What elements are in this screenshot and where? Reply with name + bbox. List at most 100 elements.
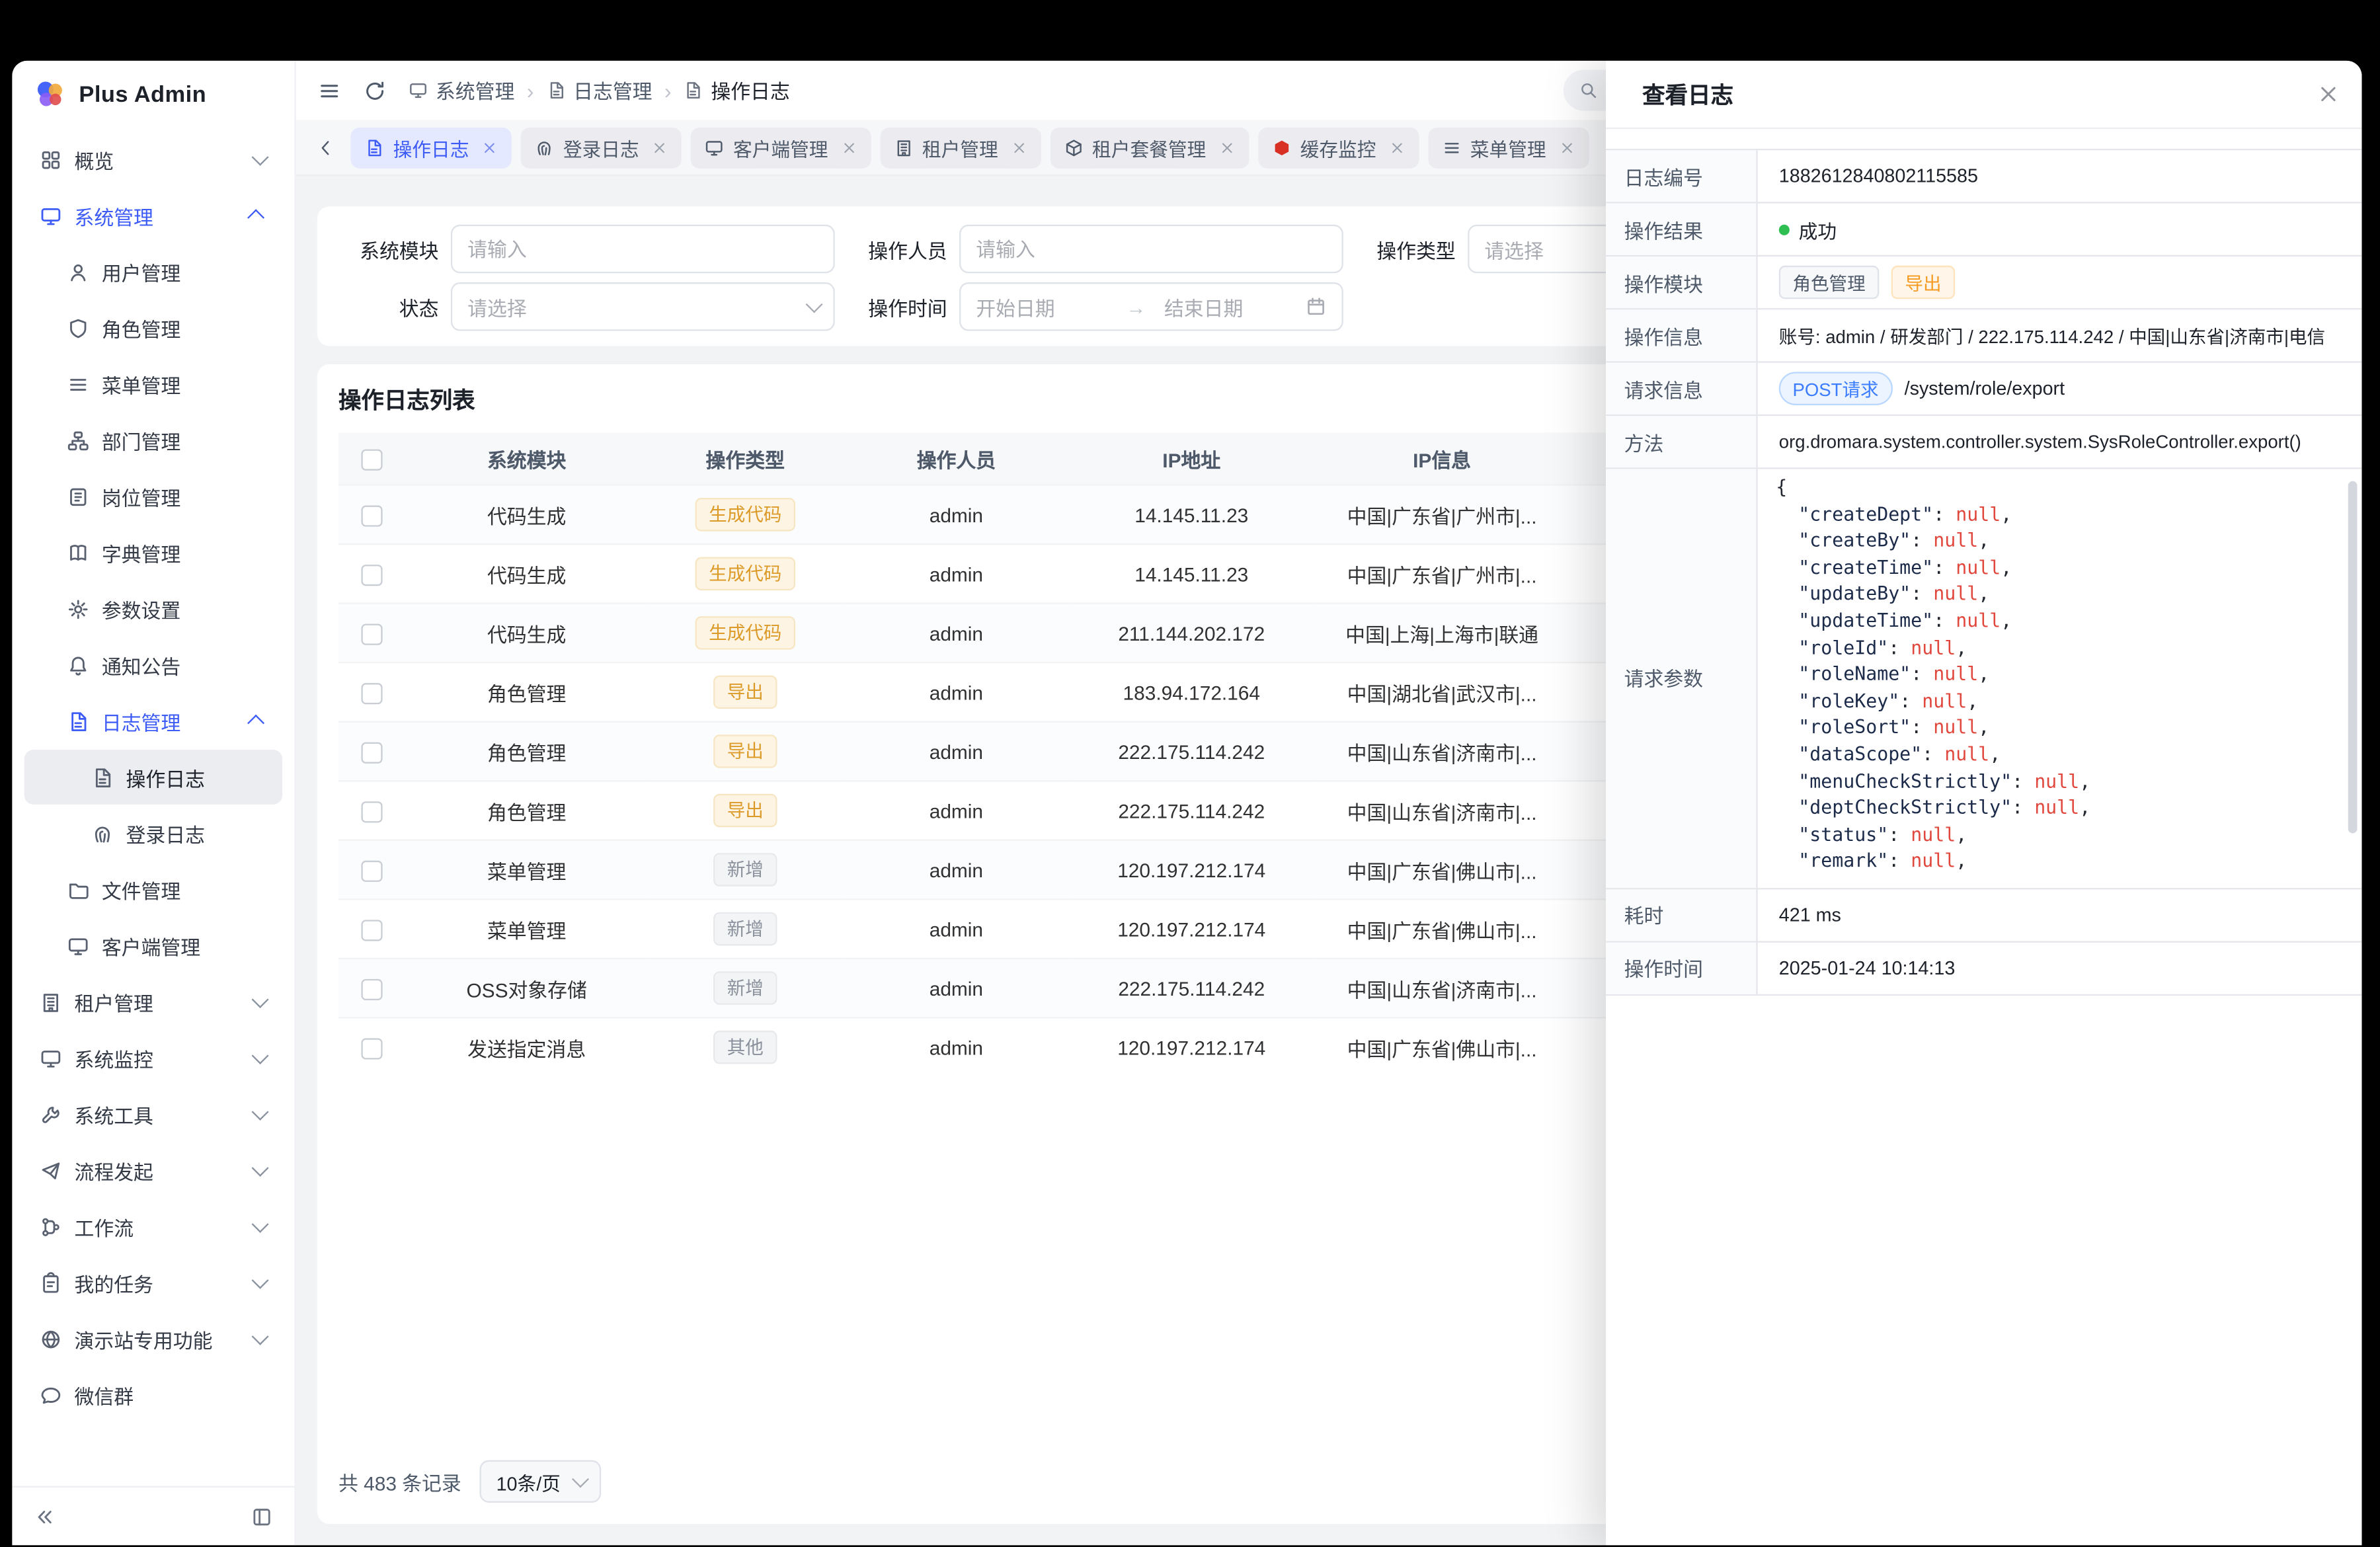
row-checkbox[interactable]: [361, 801, 382, 822]
tab-cache-monitor[interactable]: 缓存监控: [1257, 127, 1418, 168]
field-value: POST请求 /system/role/export: [1758, 363, 2362, 415]
row-checkbox[interactable]: [361, 920, 382, 941]
select-placeholder: 请选择: [467, 292, 797, 321]
sidebar-item-system-tools[interactable]: 系统工具: [24, 1087, 282, 1142]
checkbox-cell: [338, 544, 405, 604]
row-checkbox[interactable]: [361, 978, 382, 1000]
cell-ip-info: 中国|广东省|佛山市|...: [1313, 899, 1571, 959]
row-checkbox[interactable]: [361, 565, 382, 586]
breadcrumb-item[interactable]: 系统管理: [409, 76, 515, 105]
sidebar-item-file-management[interactable]: 文件管理: [24, 862, 282, 917]
tab-login-log[interactable]: 登录日志: [521, 127, 682, 168]
sidebar-item-label: 概览: [74, 145, 239, 174]
tab-client-management[interactable]: 客户端管理: [691, 127, 871, 168]
breadcrumb-item[interactable]: 日志管理: [546, 76, 653, 105]
sidebar-item-overview[interactable]: 概览: [24, 132, 282, 187]
chevron-down-icon: [252, 1160, 269, 1177]
breadcrumb-item[interactable]: 操作日志: [684, 76, 790, 105]
sidebar-item-menu-management[interactable]: 菜单管理: [24, 357, 282, 412]
checkbox-cell: [338, 1017, 405, 1076]
field-label: 操作信息: [1606, 309, 1758, 361]
tab-operation-log[interactable]: 操作日志: [350, 127, 511, 168]
column-header[interactable]: IP信息: [1313, 432, 1571, 485]
sidebar-item-role-management[interactable]: 角色管理: [24, 301, 282, 356]
row-checkbox[interactable]: [361, 1038, 382, 1059]
sidebar-item-workflow[interactable]: 工作流: [24, 1199, 282, 1254]
sidebar-item-post-management[interactable]: 岗位管理: [24, 469, 282, 524]
json-line: "updateBy": null,: [1776, 582, 2344, 608]
close-icon[interactable]: [1010, 139, 1027, 155]
cell-operator: admin: [842, 1017, 1070, 1076]
chevron-down-icon: [806, 296, 823, 313]
sidebar-item-client-management[interactable]: 客户端管理: [24, 918, 282, 973]
column-header[interactable]: 操作人员: [842, 432, 1070, 485]
tab-label: 操作日志: [393, 133, 469, 162]
select-all-checkbox[interactable]: [361, 449, 382, 470]
tab-tenant-management[interactable]: 租户管理: [880, 127, 1041, 168]
chat-icon: [40, 1384, 62, 1406]
field-request: 请求信息 POST请求 /system/role/export: [1606, 363, 2361, 416]
sidebar-item-process-start[interactable]: 流程发起: [24, 1143, 282, 1198]
collapse-sidebar-icon[interactable]: [34, 1505, 56, 1527]
sidebar-item-system-monitor[interactable]: 系统监控: [24, 1031, 282, 1086]
column-header[interactable]: IP地址: [1070, 432, 1313, 485]
row-checkbox[interactable]: [361, 742, 382, 763]
request-url: /system/role/export: [1905, 378, 2065, 399]
cell-ip: 120.197.212.174: [1070, 899, 1313, 959]
refresh-icon[interactable]: [363, 78, 387, 102]
sidebar-item-system-management[interactable]: 系统管理: [24, 188, 282, 243]
operation-type-badge: 导出: [713, 734, 777, 768]
sidebar-item-tenant-management[interactable]: 租户管理: [24, 974, 282, 1029]
sidebar-item-wechat-group[interactable]: 微信群: [24, 1368, 282, 1423]
sidebar-item-operation-log[interactable]: 操作日志: [24, 750, 282, 805]
cell-ip: 120.197.212.174: [1070, 1017, 1313, 1076]
post-method-tag: POST请求: [1779, 372, 1892, 405]
menu-toggle-icon[interactable]: [317, 78, 342, 102]
row-checkbox[interactable]: [361, 623, 382, 645]
sidebar-item-dept-management[interactable]: 部门管理: [24, 413, 282, 467]
sidebar-item-dict-management[interactable]: 字典管理: [24, 525, 282, 580]
module-tag: 角色管理: [1779, 266, 1880, 299]
fingerprint-icon: [91, 822, 114, 844]
cell-type: 导出: [648, 662, 842, 722]
close-icon[interactable]: [651, 139, 668, 155]
close-icon[interactable]: [840, 139, 857, 155]
sidebar-item-log-management[interactable]: 日志管理: [24, 694, 282, 748]
column-header[interactable]: 操作类型: [648, 432, 842, 485]
sidebar-item-login-log[interactable]: 登录日志: [24, 806, 282, 861]
cell-operator: admin: [842, 840, 1070, 900]
field-label: 操作结果: [1606, 204, 1758, 255]
close-icon[interactable]: [2317, 82, 2341, 106]
cell-module: 菜单管理: [405, 840, 648, 900]
row-checkbox[interactable]: [361, 683, 382, 704]
sidebar-item-my-tasks[interactable]: 我的任务: [24, 1255, 282, 1310]
sidebar-item-notice[interactable]: 通知公告: [24, 637, 282, 692]
operator-input[interactable]: [959, 225, 1343, 273]
tab-menu-management[interactable]: 菜单管理: [1428, 127, 1589, 168]
tabs-scroll-left-button[interactable]: [308, 130, 342, 164]
scrollbar-thumb[interactable]: [2348, 481, 2358, 833]
date-range-picker[interactable]: 开始日期 → 结束日期: [959, 282, 1343, 331]
row-checkbox[interactable]: [361, 505, 382, 526]
module-input[interactable]: [451, 225, 835, 273]
cell-ip: 120.197.212.174: [1070, 840, 1313, 900]
monitor-icon: [67, 934, 89, 957]
close-icon[interactable]: [1218, 139, 1235, 155]
cell-operator: admin: [842, 604, 1070, 663]
sidebar-item-demo-features[interactable]: 演示站专用功能: [24, 1312, 282, 1367]
status-select[interactable]: 请选择: [451, 282, 835, 331]
breadcrumb-separator: ›: [527, 78, 534, 102]
page-size-select[interactable]: 10条/页: [479, 1460, 602, 1503]
close-icon[interactable]: [1388, 139, 1405, 155]
close-icon[interactable]: [1558, 139, 1575, 155]
column-header[interactable]: 系统模块: [405, 432, 648, 485]
row-checkbox[interactable]: [361, 860, 382, 881]
cell-module: 角色管理: [405, 781, 648, 840]
sidebar-item-user-management[interactable]: 用户管理: [24, 245, 282, 299]
breadcrumb-separator: ›: [664, 78, 672, 102]
pin-sidebar-icon[interactable]: [251, 1505, 273, 1527]
doc-icon: [684, 81, 703, 100]
close-icon[interactable]: [481, 139, 498, 155]
sidebar-item-param-settings[interactable]: 参数设置: [24, 581, 282, 636]
tab-tenant-package[interactable]: 租户套餐管理: [1050, 127, 1249, 168]
